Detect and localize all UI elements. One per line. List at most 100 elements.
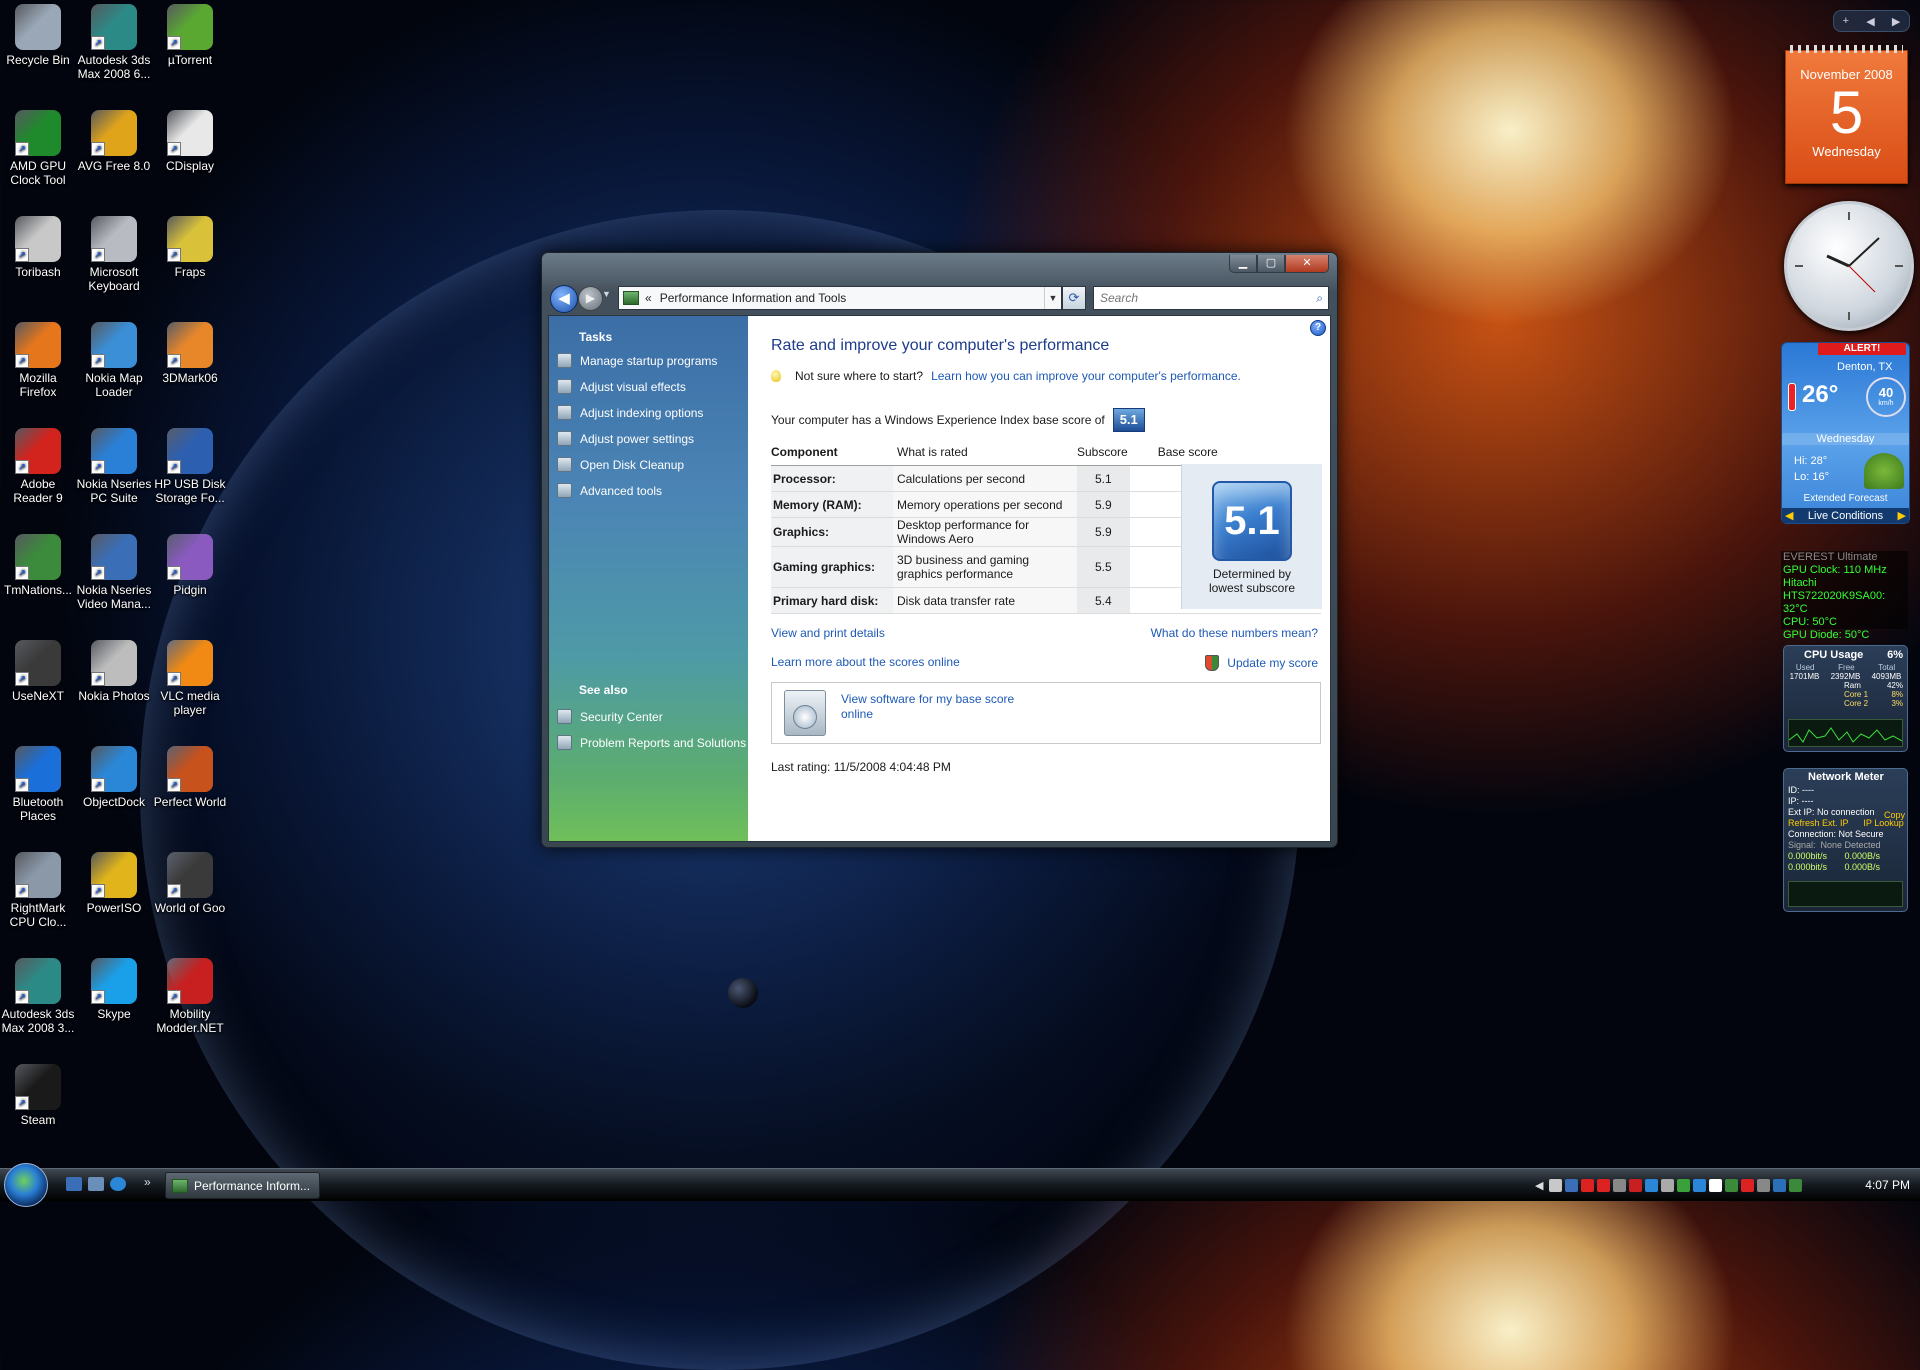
power-tray-icon[interactable] — [1789, 1178, 1803, 1192]
quicklaunch-more-icon[interactable]: » — [144, 1175, 151, 1189]
desktop-icon[interactable]: ↗ Microsoft Keyboard — [76, 216, 152, 293]
recent-pages-icon[interactable]: ▼ — [602, 289, 611, 299]
see-also-link[interactable]: Security Center — [557, 709, 663, 724]
desktop-icon[interactable]: ↗ Nokia Map Loader — [76, 322, 152, 399]
desktop-icon[interactable]: ↗ PowerISO — [76, 852, 152, 915]
forward-button[interactable]: ▶ — [578, 286, 603, 311]
cpu-speed-icon[interactable] — [1709, 1178, 1723, 1192]
gear-tray-icon[interactable] — [1661, 1178, 1675, 1192]
numbers-mean-link[interactable]: What do these numbers mean? — [1151, 626, 1318, 640]
desktop-icon[interactable]: ↗ HP USB Disk Storage Fo... — [152, 428, 228, 505]
desktop-icon[interactable]: ↗ Perfect World — [152, 746, 228, 809]
desktop-icon[interactable]: ↗ Steam — [0, 1064, 76, 1127]
clock-gadget[interactable] — [1784, 201, 1914, 331]
maximize-button[interactable]: ▢ — [1257, 255, 1285, 273]
tray-clock[interactable]: 4:07 PM — [1865, 1178, 1910, 1192]
skype-tray-icon[interactable] — [1693, 1178, 1707, 1192]
task-link[interactable]: Advanced tools — [557, 483, 662, 498]
bluetooth-tray-icon[interactable] — [1645, 1178, 1659, 1192]
search-icon[interactable]: ⌕ — [1316, 291, 1323, 306]
task-link[interactable]: Adjust power settings — [557, 431, 694, 446]
desktop-icon[interactable]: ↗ UseNeXT — [0, 640, 76, 703]
search-box[interactable]: ⌕ — [1093, 286, 1329, 310]
taskbar-button-performance[interactable]: Performance Inform... — [165, 1172, 320, 1199]
base-score-badge: 5.1 — [1212, 481, 1292, 561]
task-link[interactable]: Adjust indexing options — [557, 405, 703, 420]
desktop-icon[interactable]: ↗ RightMark CPU Clo... — [0, 852, 76, 929]
network-icon[interactable] — [1549, 1178, 1563, 1192]
weather-gadget[interactable]: ALERT! Denton, TX 26° 40 km/h Wednesday … — [1781, 342, 1910, 524]
desktop-icon[interactable]: ↗ VLC media player — [152, 640, 228, 717]
start-orb-icon[interactable] — [4, 1163, 48, 1207]
add-gadget-icon[interactable]: + — [1843, 15, 1849, 27]
task-link[interactable]: Manage startup programs — [557, 353, 717, 368]
see-also-link[interactable]: Problem Reports and Solutions — [557, 735, 746, 750]
tray-expand-icon[interactable]: ◀ — [1535, 1179, 1543, 1192]
next-icon[interactable]: ▶ — [1892, 15, 1900, 28]
view-print-details-link[interactable]: View and print details — [771, 626, 885, 640]
desktop-icon[interactable]: ↗ µTorrent — [152, 4, 228, 67]
network-meter-gadget[interactable]: Network Meter ID: ---- IP: ---- Ext IP: No… — [1783, 768, 1908, 912]
base-score-mini-badge: 5.1 — [1112, 408, 1145, 432]
previous-icon[interactable]: ◀ — [1866, 15, 1874, 28]
weather-alert[interactable]: ALERT! — [1818, 343, 1906, 355]
mobility-icon[interactable] — [1629, 1178, 1643, 1192]
desktop-icon[interactable]: ↗ Nokia Nseries Video Mana... — [76, 534, 152, 611]
show-desktop-icon[interactable] — [66, 1177, 82, 1191]
switch-windows-icon[interactable] — [88, 1177, 104, 1191]
nvidia-icon[interactable] — [1677, 1178, 1691, 1192]
desktop-icon[interactable]: Recycle Bin — [0, 4, 76, 67]
internet-explorer-icon[interactable] — [110, 1177, 126, 1191]
desktop-icon[interactable]: ↗ Mozilla Firefox — [0, 322, 76, 399]
improve-performance-link[interactable]: Learn how you can improve your computer'… — [931, 369, 1241, 383]
desktop-icon[interactable]: ↗ Bluetooth Places — [0, 746, 76, 823]
update-score-link[interactable]: Update my score — [1227, 656, 1318, 670]
extended-forecast-link[interactable]: Extended Forecast — [1782, 493, 1909, 504]
desktop-icon[interactable]: ↗ Nokia Nseries PC Suite — [76, 428, 152, 505]
view-software-link[interactable]: View software for my base score online — [841, 692, 1031, 722]
security-icon[interactable] — [1597, 1178, 1611, 1192]
desktop-icon[interactable]: ↗ Adobe Reader 9 — [0, 428, 76, 505]
desktop-icon[interactable]: ↗ Pidgin — [152, 534, 228, 597]
update-score-row[interactable]: Update my score — [1205, 655, 1318, 671]
volume-icon[interactable] — [1565, 1178, 1579, 1192]
prev-arrow-icon[interactable]: ◀ — [1785, 509, 1793, 522]
close-button[interactable]: ✕ — [1285, 255, 1329, 273]
desktop-icon[interactable]: ↗ Nokia Photos — [76, 640, 152, 703]
desktop-icon[interactable]: ↗ Fraps — [152, 216, 228, 279]
desktop-icon[interactable]: ↗ Autodesk 3ds Max 2008 3... — [0, 958, 76, 1035]
desktop-icon[interactable]: ↗ World of Goo — [152, 852, 228, 915]
next-arrow-icon[interactable]: ▶ — [1898, 509, 1906, 522]
usb-tray-icon[interactable] — [1757, 1178, 1771, 1192]
monitor-tray-icon[interactable] — [1773, 1178, 1787, 1192]
address-bar[interactable]: « Performance Information and Tools ▼ — [618, 286, 1062, 310]
minimize-button[interactable]: ▁ — [1229, 255, 1257, 273]
calendar-gadget[interactable]: November 2008 5 Wednesday — [1785, 45, 1908, 184]
desktop-icon[interactable]: ↗ Autodesk 3ds Max 2008 6... — [76, 4, 152, 81]
address-dropdown-icon[interactable]: ▼ — [1044, 287, 1061, 309]
green-tray-icon[interactable] — [1725, 1178, 1739, 1192]
help-icon[interactable]: ? — [1310, 320, 1326, 336]
desktop-icon[interactable]: ↗ AVG Free 8.0 — [76, 110, 152, 173]
network-copy[interactable]: Copy — [1884, 810, 1905, 821]
desktop-icon[interactable]: ↗ 3DMark06 — [152, 322, 228, 385]
cpu-usage-gadget[interactable]: CPU Usage 6% Used Free Total 1701MB 2392… — [1783, 645, 1908, 752]
search-input[interactable] — [1094, 290, 1302, 306]
learn-scores-online-link[interactable]: Learn more about the scores online — [771, 655, 960, 669]
desktop-icon[interactable]: ↗ AMD GPU Clock Tool — [0, 110, 76, 187]
desktop-icon[interactable]: ↗ Toribash — [0, 216, 76, 279]
task-link[interactable]: Adjust visual effects — [557, 379, 686, 394]
back-button[interactable]: ◀ — [550, 285, 578, 313]
desktop-icon[interactable]: ↗ CDisplay — [152, 110, 228, 173]
desktop-icon[interactable]: ↗ ObjectDock — [76, 746, 152, 809]
live-conditions[interactable]: Live Conditions — [1808, 510, 1883, 522]
refresh-button[interactable]: ⟳ — [1062, 286, 1086, 310]
antivirus-icon[interactable] — [1581, 1178, 1595, 1192]
desktop-icon[interactable]: ↗ Skype — [76, 958, 152, 1021]
desktop-icon[interactable]: ↗ Mobility Modder.NET — [152, 958, 228, 1035]
utorrent-tray-icon[interactable] — [1613, 1178, 1627, 1192]
alert-tray-icon[interactable] — [1741, 1178, 1755, 1192]
task-link[interactable]: Open Disk Cleanup — [557, 457, 684, 472]
shortcut-arrow-icon: ↗ — [91, 36, 105, 50]
desktop-icon[interactable]: ↗ TmNations... — [0, 534, 76, 597]
